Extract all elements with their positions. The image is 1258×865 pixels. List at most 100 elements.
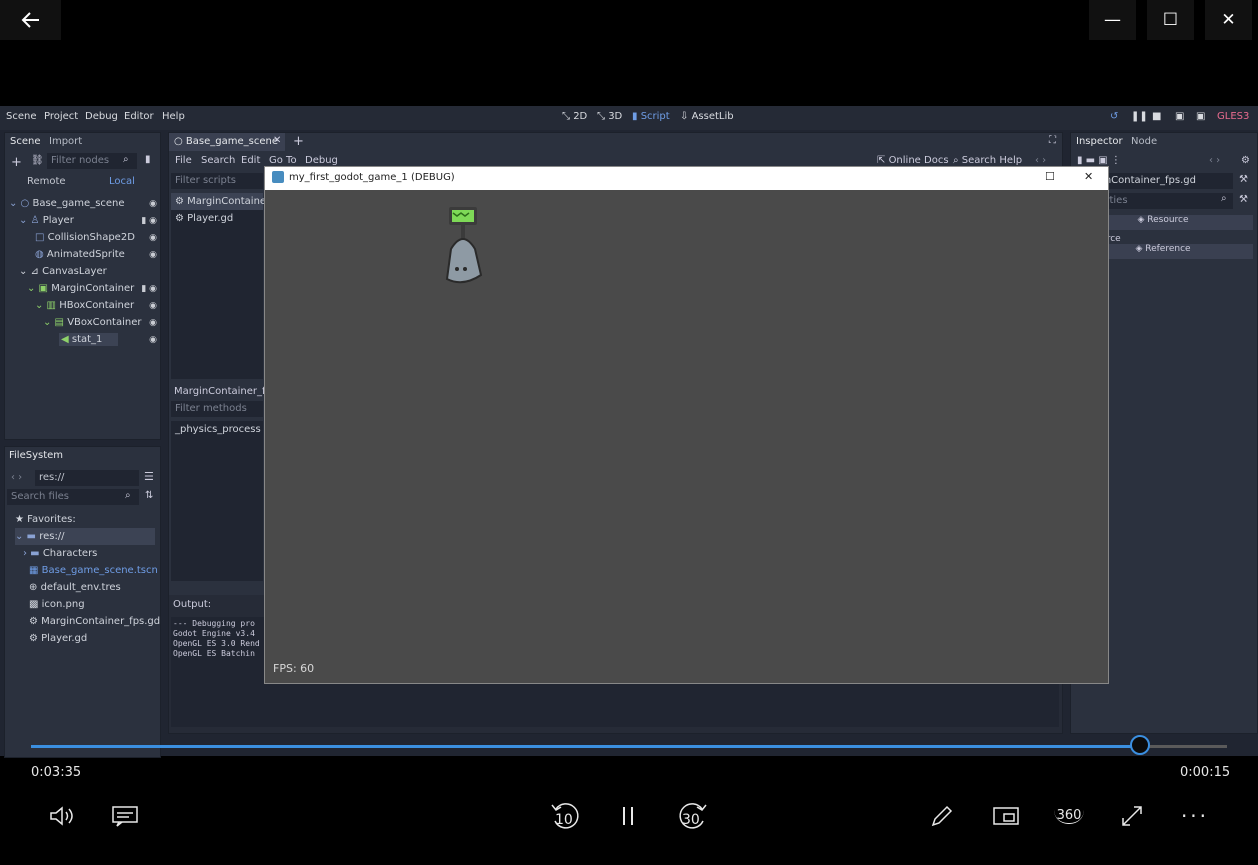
tab-node[interactable]: Node xyxy=(1131,136,1157,147)
close-tab-icon[interactable]: ✕ xyxy=(273,135,281,146)
list-item[interactable]: ▦ Base_game_scene.tscn xyxy=(15,562,158,579)
script-menu-search[interactable]: Search xyxy=(201,155,235,166)
search-icon: ⌕ xyxy=(1221,193,1227,204)
list-item[interactable]: ⚙ MarginContainer_ xyxy=(171,193,275,210)
path-input[interactable]: res:// xyxy=(35,470,139,486)
play-scene-icon[interactable]: ▣ xyxy=(1175,111,1184,122)
sort-icon[interactable]: ⇅ xyxy=(145,490,153,501)
file-label: Player.gd xyxy=(41,633,88,644)
edit-button[interactable] xyxy=(926,800,958,832)
mode-assetlib[interactable]: ⇩ AssetLib xyxy=(680,111,734,122)
menu-scene[interactable]: Scene xyxy=(6,111,37,122)
rewind-10-button[interactable]: 10 xyxy=(548,798,584,834)
stop-icon[interactable]: ■ xyxy=(1152,111,1161,122)
play-icon[interactable]: ↺ xyxy=(1110,111,1118,122)
mode-script[interactable]: ▮ Script xyxy=(632,111,670,122)
list-item[interactable]: ⊕ default_env.tres xyxy=(15,579,155,596)
toolbar-icons[interactable]: ▮ ▬ ▣ ⋮ xyxy=(1077,155,1121,166)
eye-icon[interactable]: ◉ xyxy=(149,199,157,209)
nav-arrows-icon[interactable]: ‹ › xyxy=(1035,155,1046,166)
tab-scene[interactable]: Scene xyxy=(10,136,41,147)
eye-icon[interactable]: ▮ ◉ xyxy=(141,284,157,294)
list-item[interactable]: › ▬ Characters xyxy=(15,545,155,562)
search-files-input[interactable]: Search files xyxy=(7,489,139,505)
tab-base-game-scene[interactable]: ○ Base_game_scene ✕ xyxy=(169,133,285,151)
tree-node[interactable]: ⌄ ♙ Player ▮ ◉ xyxy=(7,212,157,229)
remote-tab[interactable]: Remote xyxy=(27,176,66,187)
script-menu-debug[interactable]: Debug xyxy=(305,155,338,166)
mode-2d[interactable]: ⤡ 2D xyxy=(562,111,587,122)
menu-debug[interactable]: Debug xyxy=(85,111,118,122)
back-button[interactable] xyxy=(0,0,61,40)
file-tree: ★ Favorites: ⌄ ▬ res:// › ▬ Characters ▦… xyxy=(15,511,160,647)
360-button[interactable]: 360 xyxy=(1052,800,1086,832)
list-item[interactable]: ★ Favorites: xyxy=(15,511,155,528)
tree-node-selected[interactable]: ◀ stat_1 ◉ xyxy=(7,331,157,348)
list-item[interactable]: ⚙ Player.gd xyxy=(171,210,263,227)
local-tab[interactable]: Local xyxy=(109,176,135,187)
link-icon[interactable]: ⛓ xyxy=(31,155,44,166)
tree-node[interactable]: ⌄ ▤ VBoxContainer ◉ xyxy=(7,314,157,331)
sort-icon[interactable]: ⚒ xyxy=(1239,194,1248,205)
menu-editor[interactable]: Editor xyxy=(124,111,154,122)
game-maximize-button[interactable]: ☐ xyxy=(1045,170,1055,183)
play-custom-icon[interactable]: ▣ xyxy=(1196,111,1205,122)
volume-button[interactable] xyxy=(46,800,78,832)
forward-30-button[interactable]: 30 xyxy=(674,798,710,834)
layout-icon[interactable]: ☰ xyxy=(144,470,154,483)
subtitles-icon xyxy=(112,806,138,827)
eye-icon[interactable]: ◉ xyxy=(149,318,157,328)
add-tab-icon[interactable]: + xyxy=(293,134,304,149)
add-node-icon[interactable]: + xyxy=(11,155,22,170)
pause-button[interactable] xyxy=(612,800,644,832)
list-item[interactable]: _physics_process xyxy=(171,421,263,438)
tab-inspector[interactable]: Inspector xyxy=(1076,136,1123,147)
pause-scene-icon[interactable]: ❚❚ xyxy=(1131,111,1148,122)
eye-icon[interactable]: ◉ xyxy=(149,301,157,311)
maximize-button[interactable]: ☐ xyxy=(1147,0,1194,40)
history-arrows-icon[interactable]: ‹ › xyxy=(1209,155,1220,166)
tree-node[interactable]: ⌄ ▣ MarginContainer ▮ ◉ xyxy=(7,280,157,297)
script-icon[interactable]: ▮ xyxy=(145,154,151,165)
output-title: Output: xyxy=(173,599,212,610)
tool-icon[interactable]: ⚒ xyxy=(1239,174,1248,185)
renderer-label[interactable]: GLES3 xyxy=(1217,111,1249,122)
filter-scripts-input[interactable]: Filter scripts xyxy=(171,173,263,189)
mini-view-button[interactable] xyxy=(989,800,1023,832)
favorites-label: Favorites: xyxy=(27,514,76,525)
tree-node[interactable]: □ CollisionShape2D ◉ xyxy=(7,229,157,246)
eye-icon[interactable]: ◉ xyxy=(149,335,157,345)
distraction-free-icon[interactable]: ⛶ xyxy=(1049,135,1056,146)
subtitles-button[interactable] xyxy=(108,800,142,832)
list-item[interactable]: ⚙ Player.gd xyxy=(15,630,155,647)
tree-node[interactable]: ⌄ ▥ HBoxContainer ◉ xyxy=(7,297,157,314)
mode-3d[interactable]: ⤡ 3D xyxy=(597,111,622,122)
filter-methods-input[interactable]: Filter methods xyxy=(171,401,263,417)
tab-filesystem[interactable]: FileSystem xyxy=(9,450,63,461)
eye-icon[interactable]: ▮ ◉ xyxy=(141,216,157,226)
tree-node[interactable]: ◍ AnimatedSprite ◉ xyxy=(7,246,157,263)
tree-node[interactable]: ⌄ ○ Base_game_scene ◉ xyxy=(7,195,157,212)
list-item[interactable]: ▩ icon.png xyxy=(15,596,155,613)
search-help-link[interactable]: ⌕ Search Help xyxy=(953,155,1022,166)
fullscreen-button[interactable] xyxy=(1116,800,1148,832)
menu-help[interactable]: Help xyxy=(162,111,185,122)
list-item[interactable]: ⚙ MarginContainer_fps.gd xyxy=(15,613,160,630)
menu-project[interactable]: Project xyxy=(44,111,78,122)
close-button[interactable]: ✕ xyxy=(1205,0,1252,40)
seek-bar-thumb[interactable] xyxy=(1130,735,1150,755)
eye-icon[interactable]: ◉ xyxy=(149,233,157,243)
nav-arrows-icon[interactable]: ‹ › xyxy=(11,472,22,483)
eye-icon[interactable]: ◉ xyxy=(149,250,157,260)
online-docs-link[interactable]: ⇱ Online Docs xyxy=(877,155,949,166)
script-menu-goto[interactable]: Go To xyxy=(269,155,297,166)
script-menu-edit[interactable]: Edit xyxy=(241,155,260,166)
list-item[interactable]: ⌄ ▬ res:// xyxy=(15,528,155,545)
minimize-button[interactable]: — xyxy=(1089,0,1136,40)
game-close-button[interactable]: ✕ xyxy=(1084,170,1093,183)
tab-import[interactable]: Import xyxy=(49,136,82,147)
script-menu-file[interactable]: File xyxy=(175,155,192,166)
settings-icon[interactable]: ⚙ xyxy=(1241,155,1250,166)
tree-node[interactable]: ⌄ ⊿ CanvasLayer xyxy=(7,263,157,280)
more-button[interactable]: ··· xyxy=(1178,800,1212,832)
